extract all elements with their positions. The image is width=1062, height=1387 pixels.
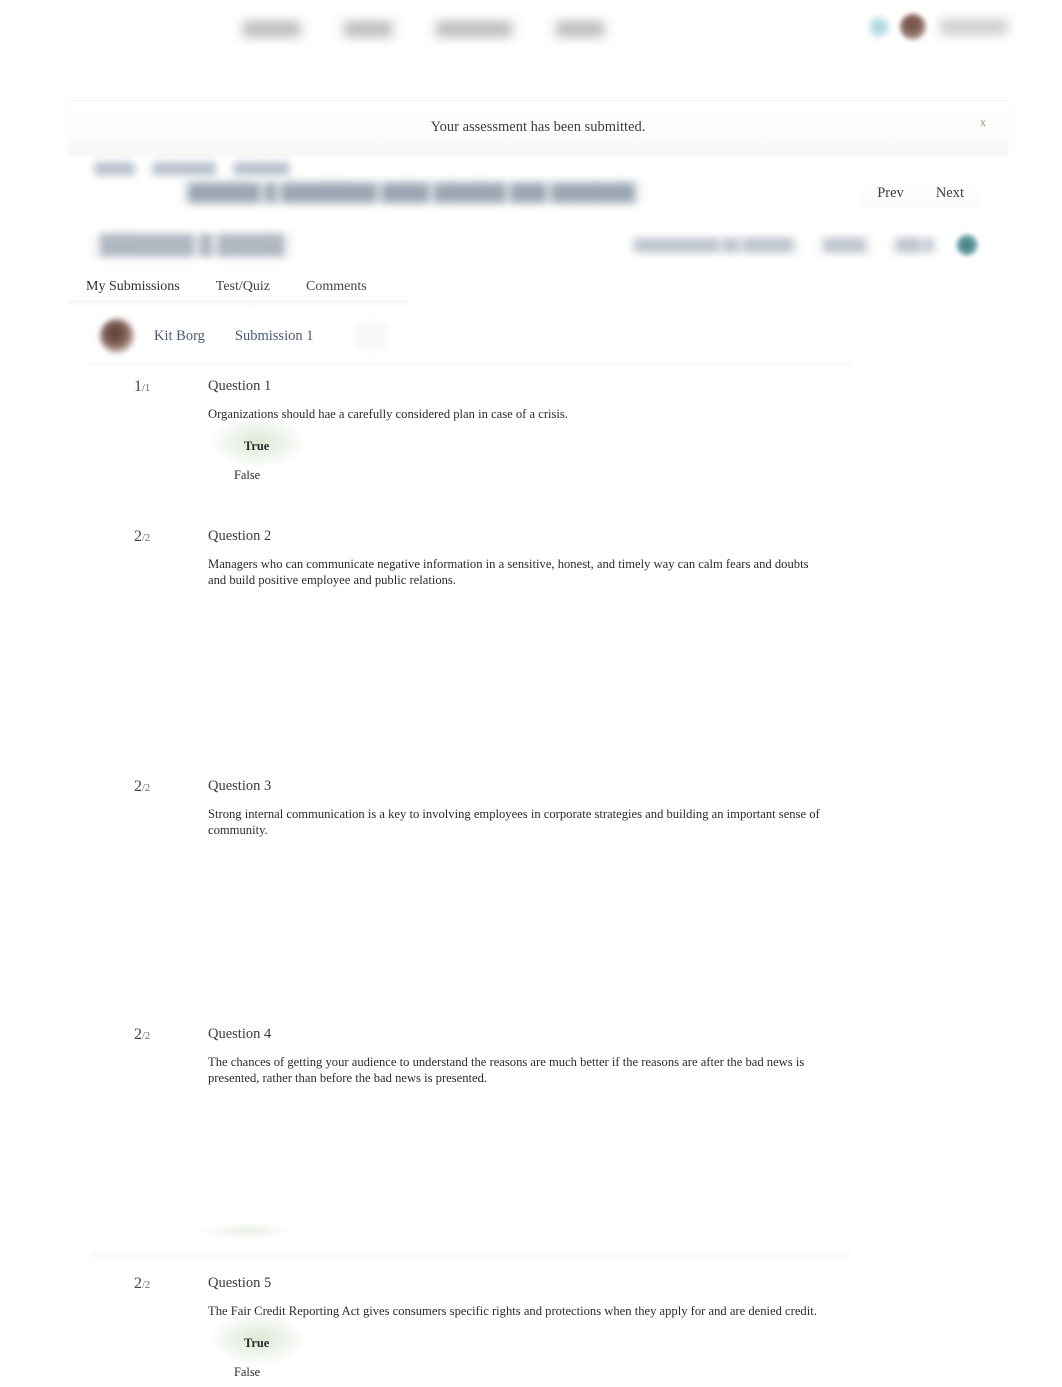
bell-icon[interactable]: [867, 16, 890, 38]
option-false[interactable]: False: [234, 1358, 260, 1387]
question-body: Question 5 The Fair Credit Reporting Act…: [208, 1275, 828, 1387]
submission-row-divider: [90, 362, 852, 368]
question-score-total: /2: [142, 1031, 151, 1042]
tab-my-submissions[interactable]: My Submissions: [68, 271, 198, 303]
option-true[interactable]: True: [209, 416, 307, 469]
next-button[interactable]: Next: [919, 179, 980, 208]
question-options: True False: [208, 1313, 828, 1387]
question-body: Question 2 Managers who can communicate …: [208, 528, 828, 588]
question-text: Managers who can communicate negative in…: [208, 557, 809, 588]
question-body: Question 3 Strong internal communication…: [208, 778, 828, 838]
submission-action-button[interactable]: [353, 321, 390, 351]
tab-test-quiz[interactable]: Test/Quiz: [198, 271, 288, 303]
pager-controls: Prev Next: [861, 179, 980, 208]
avatar[interactable]: [899, 14, 926, 40]
assignment-meta: ██████████ ██ ██████ █████ ███ █: [627, 234, 978, 256]
question-text: Organizations should hae a carefully con…: [208, 407, 568, 421]
question-body: Question 4 The chances of getting your a…: [208, 1026, 828, 1086]
student-name[interactable]: Kit Borg: [154, 328, 205, 345]
breadcrumb-panel: █████ ████████ ███████ ██████ █ ████████…: [68, 155, 1008, 220]
question-options: True False: [208, 416, 828, 490]
top-nav-item-3[interactable]: ████████: [429, 18, 520, 40]
top-nav-item-2[interactable]: █████: [337, 18, 400, 40]
question-score-total: /1: [142, 383, 151, 394]
assignment-meta-extra: ███ █: [888, 235, 940, 255]
breadcrumb-item-3[interactable]: ███████: [229, 162, 294, 176]
question-score-value: 2: [134, 1026, 142, 1043]
question-score-total: /2: [142, 533, 151, 544]
top-navigation-bar: ██████ █████ ████████ █████ ███████: [0, 0, 1062, 58]
submission-attempt-label[interactable]: Submission 1: [235, 328, 314, 345]
top-nav-item-1[interactable]: ██████: [236, 18, 308, 40]
question-label: Question 2: [208, 528, 272, 544]
question-separator: [90, 1252, 850, 1262]
question-score: 1/1: [134, 378, 150, 396]
option-false[interactable]: False: [234, 461, 260, 490]
close-icon[interactable]: x: [980, 115, 986, 130]
tab-underline-divider: [68, 300, 408, 308]
question-body: Question 1 Organizations should hae a ca…: [208, 378, 828, 490]
breadcrumb-item-1[interactable]: █████: [90, 162, 139, 176]
question-score-value: 2: [134, 528, 142, 545]
banner-message: Your assessment has been submitted.: [430, 119, 646, 135]
top-nav-username[interactable]: ███████: [935, 17, 1012, 37]
page-title: ███████ █ █████: [90, 233, 295, 259]
question-score-value: 1: [134, 378, 142, 395]
question-label: Question 5: [208, 1275, 272, 1291]
status-badge: [956, 234, 978, 256]
breadcrumb: █████ ████████ ███████: [90, 162, 294, 176]
tab-comments[interactable]: Comments: [288, 271, 385, 303]
submission-confirmation-banner: Your assessment has been submitted. x: [68, 100, 1008, 155]
assignment-meta-points: █████: [816, 235, 873, 255]
question-score: 2/2: [134, 528, 150, 546]
question-label: Question 3: [208, 778, 272, 794]
question-text: Strong internal communication is a key t…: [208, 807, 820, 838]
question-score-value: 2: [134, 1275, 142, 1292]
question-score: 2/2: [134, 1275, 150, 1293]
prev-button[interactable]: Prev: [861, 179, 920, 208]
question-separator-highlight: [198, 1222, 293, 1240]
assignment-header-row: ███████ █ █████ ██████████ ██ ██████ ███…: [68, 228, 1008, 273]
top-nav-user-area: ███████: [867, 14, 1012, 40]
question-score: 2/2: [134, 778, 150, 796]
student-avatar: [100, 319, 134, 353]
question-score-total: /2: [142, 783, 151, 794]
breadcrumb-item-2[interactable]: ████████: [147, 162, 221, 176]
top-nav-item-4[interactable]: █████: [549, 18, 612, 40]
question-label: Question 1: [208, 378, 272, 394]
assignment-meta-due: ██████████ ██ ██████: [627, 235, 801, 255]
question-score-value: 2: [134, 778, 142, 795]
question-label: Question 4: [208, 1026, 272, 1042]
top-nav-items: ██████ █████ ████████ █████: [236, 18, 612, 40]
question-text: The chances of getting your audience to …: [208, 1055, 805, 1086]
option-true[interactable]: True: [209, 1313, 307, 1366]
question-text: The Fair Credit Reporting Act gives cons…: [208, 1304, 817, 1318]
question-score: 2/2: [134, 1026, 150, 1044]
question-score-total: /2: [142, 1280, 151, 1291]
breadcrumb-course-title: ██████ █ ████████ ████ ██████ ███ ██████…: [178, 181, 646, 205]
submission-row: Kit Borg Submission 1: [90, 310, 850, 362]
